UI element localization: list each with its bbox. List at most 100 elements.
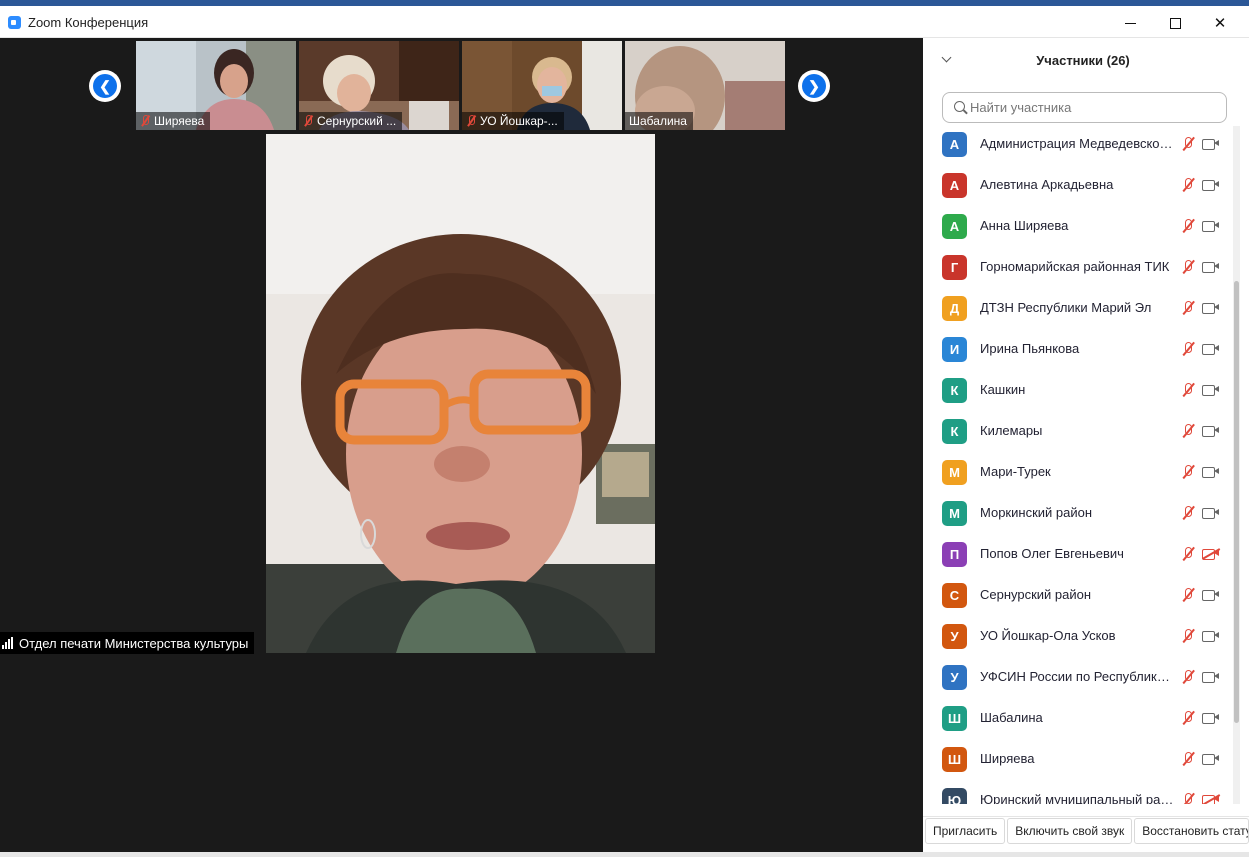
participant-row[interactable]: У УО Йошкар-Ола Усков [923, 618, 1235, 659]
participant-row[interactable]: П Попов Олег Евгеньевич [923, 536, 1235, 577]
muted-mic-icon [140, 115, 150, 127]
participant-name: ДТЗН Республики Марий Эл [980, 300, 1152, 315]
muted-mic-icon[interactable] [1180, 300, 1196, 316]
participant-name: Кашкин [980, 382, 1026, 397]
participant-row[interactable]: А Администрация Медведевского... [923, 126, 1235, 167]
participant-row[interactable]: К Килемары [923, 413, 1235, 454]
muted-mic-icon[interactable] [1180, 587, 1196, 603]
maximize-icon [1169, 17, 1181, 29]
video-thumbnail[interactable]: Сернурский ... [299, 41, 459, 130]
panel-header: Участники (26) [923, 38, 1249, 84]
participant-row[interactable]: К Кашкин [923, 372, 1235, 413]
muted-mic-icon [303, 115, 313, 127]
participant-row[interactable]: М Мари-Турек [923, 454, 1235, 495]
video-stage: ❮ Ширяева Сернурский ... УО Йошкар-... Ш… [0, 38, 923, 857]
close-icon: ✕ [1213, 15, 1227, 32]
participant-name: Ширяева [980, 751, 1035, 766]
participant-row[interactable]: И Ирина Пьянкова [923, 331, 1235, 372]
participant-row[interactable]: Ш Шабалина [923, 700, 1235, 741]
title-bar: Zoom Конференция ✕ [0, 6, 1249, 38]
muted-mic-icon[interactable] [1180, 628, 1196, 644]
muted-mic-icon[interactable] [1180, 136, 1196, 152]
video-thumbnail[interactable]: Шабалина [625, 41, 785, 130]
avatar: К [942, 378, 967, 403]
muted-mic-icon[interactable] [1180, 382, 1196, 398]
muted-mic-icon[interactable] [1180, 546, 1196, 562]
avatar: Г [942, 255, 967, 280]
thumbnail-label: УО Йошкар-... [462, 112, 564, 130]
video-camera-icon[interactable] [1202, 179, 1220, 191]
zoom-app-icon [8, 16, 21, 29]
avatar: П [942, 542, 967, 567]
participant-name: Горномарийская районная ТИК [980, 259, 1170, 274]
maximize-button[interactable] [1152, 9, 1198, 37]
participant-row[interactable]: М Моркинский район [923, 495, 1235, 536]
muted-mic-icon[interactable] [1180, 792, 1196, 804]
avatar: У [942, 624, 967, 649]
video-camera-icon[interactable] [1202, 261, 1220, 273]
participant-row[interactable]: Ш Ширяева [923, 741, 1235, 782]
participant-row[interactable]: А Алевтина Аркадьевна [923, 167, 1235, 208]
muted-mic-icon[interactable] [1180, 177, 1196, 193]
participant-row[interactable]: С Сернурский район [923, 577, 1235, 618]
muted-mic-icon[interactable] [1180, 341, 1196, 357]
participant-row[interactable]: У УФСИН России по Республике ... [923, 659, 1235, 700]
active-speaker-label: Отдел печати Министерства культуры [0, 632, 255, 654]
video-camera-icon[interactable] [1202, 466, 1220, 478]
participant-search-input[interactable] [970, 94, 1220, 121]
chevron-left-icon: ❮ [93, 74, 117, 98]
participant-row[interactable]: Г Горномарийская районная ТИК [923, 249, 1235, 290]
close-button[interactable]: ✕ [1197, 9, 1243, 37]
video-camera-icon[interactable] [1202, 507, 1220, 519]
participant-list-scrollbar[interactable] [1233, 126, 1240, 804]
avatar: М [942, 501, 967, 526]
video-camera-icon[interactable] [1202, 384, 1220, 396]
muted-mic-icon[interactable] [1180, 464, 1196, 480]
video-camera-icon[interactable] [1202, 425, 1220, 437]
muted-mic-icon[interactable] [1180, 710, 1196, 726]
participant-name: Юринский муниципальный рай... [980, 792, 1175, 804]
avatar: Ю [942, 788, 967, 804]
participants-title: Участники (26) [1036, 53, 1130, 68]
video-camera-icon[interactable] [1202, 302, 1220, 314]
video-camera-icon[interactable] [1202, 220, 1220, 232]
video-camera-icon[interactable] [1202, 589, 1220, 601]
muted-mic-icon[interactable] [1180, 669, 1196, 685]
participant-name: Килемары [980, 423, 1043, 438]
next-page-button[interactable]: ❯ [798, 70, 830, 102]
minimize-button[interactable] [1107, 9, 1153, 37]
thumbnail-label: Ширяева [136, 112, 211, 130]
video-camera-icon[interactable] [1202, 630, 1220, 642]
video-camera-icon[interactable] [1202, 343, 1220, 355]
video-camera-icon[interactable] [1202, 753, 1220, 765]
muted-mic-icon[interactable] [1180, 259, 1196, 275]
video-camera-icon[interactable] [1202, 712, 1220, 724]
muted-mic-icon[interactable] [1180, 423, 1196, 439]
prev-page-button[interactable]: ❮ [89, 70, 121, 102]
muted-mic-icon[interactable] [1180, 505, 1196, 521]
chevron-right-icon: ❯ [802, 74, 826, 98]
avatar: С [942, 583, 967, 608]
participant-name: Администрация Медведевского... [980, 136, 1175, 151]
participant-row[interactable]: Ю Юринский муниципальный рай... [923, 782, 1235, 804]
video-off-icon[interactable] [1201, 794, 1221, 804]
video-camera-icon[interactable] [1202, 138, 1220, 150]
video-thumbnail[interactable]: Ширяева [136, 41, 296, 130]
participant-search[interactable] [942, 92, 1227, 123]
unmute-self-button[interactable]: Включить свой звук [1007, 818, 1133, 844]
window-bottom-edge [0, 852, 1249, 857]
panel-footer: Пригласить Включить свой звук Восстанови… [923, 816, 1249, 844]
avatar: Д [942, 296, 967, 321]
muted-mic-icon[interactable] [1180, 218, 1196, 234]
speaker-video-image [266, 134, 655, 653]
participant-row[interactable]: Д ДТЗН Республики Марий Эл [923, 290, 1235, 331]
restore-status-button[interactable]: Восстановить стату [1134, 818, 1249, 844]
video-thumbnail[interactable]: УО Йошкар-... [462, 41, 622, 130]
video-off-icon[interactable] [1201, 548, 1221, 560]
muted-mic-icon[interactable] [1180, 751, 1196, 767]
participant-name: УО Йошкар-Ола Усков [980, 628, 1116, 643]
participant-row[interactable]: А Анна Ширяева [923, 208, 1235, 249]
video-camera-icon[interactable] [1202, 671, 1220, 683]
scrollbar-thumb[interactable] [1234, 281, 1239, 723]
invite-button[interactable]: Пригласить [925, 818, 1006, 844]
